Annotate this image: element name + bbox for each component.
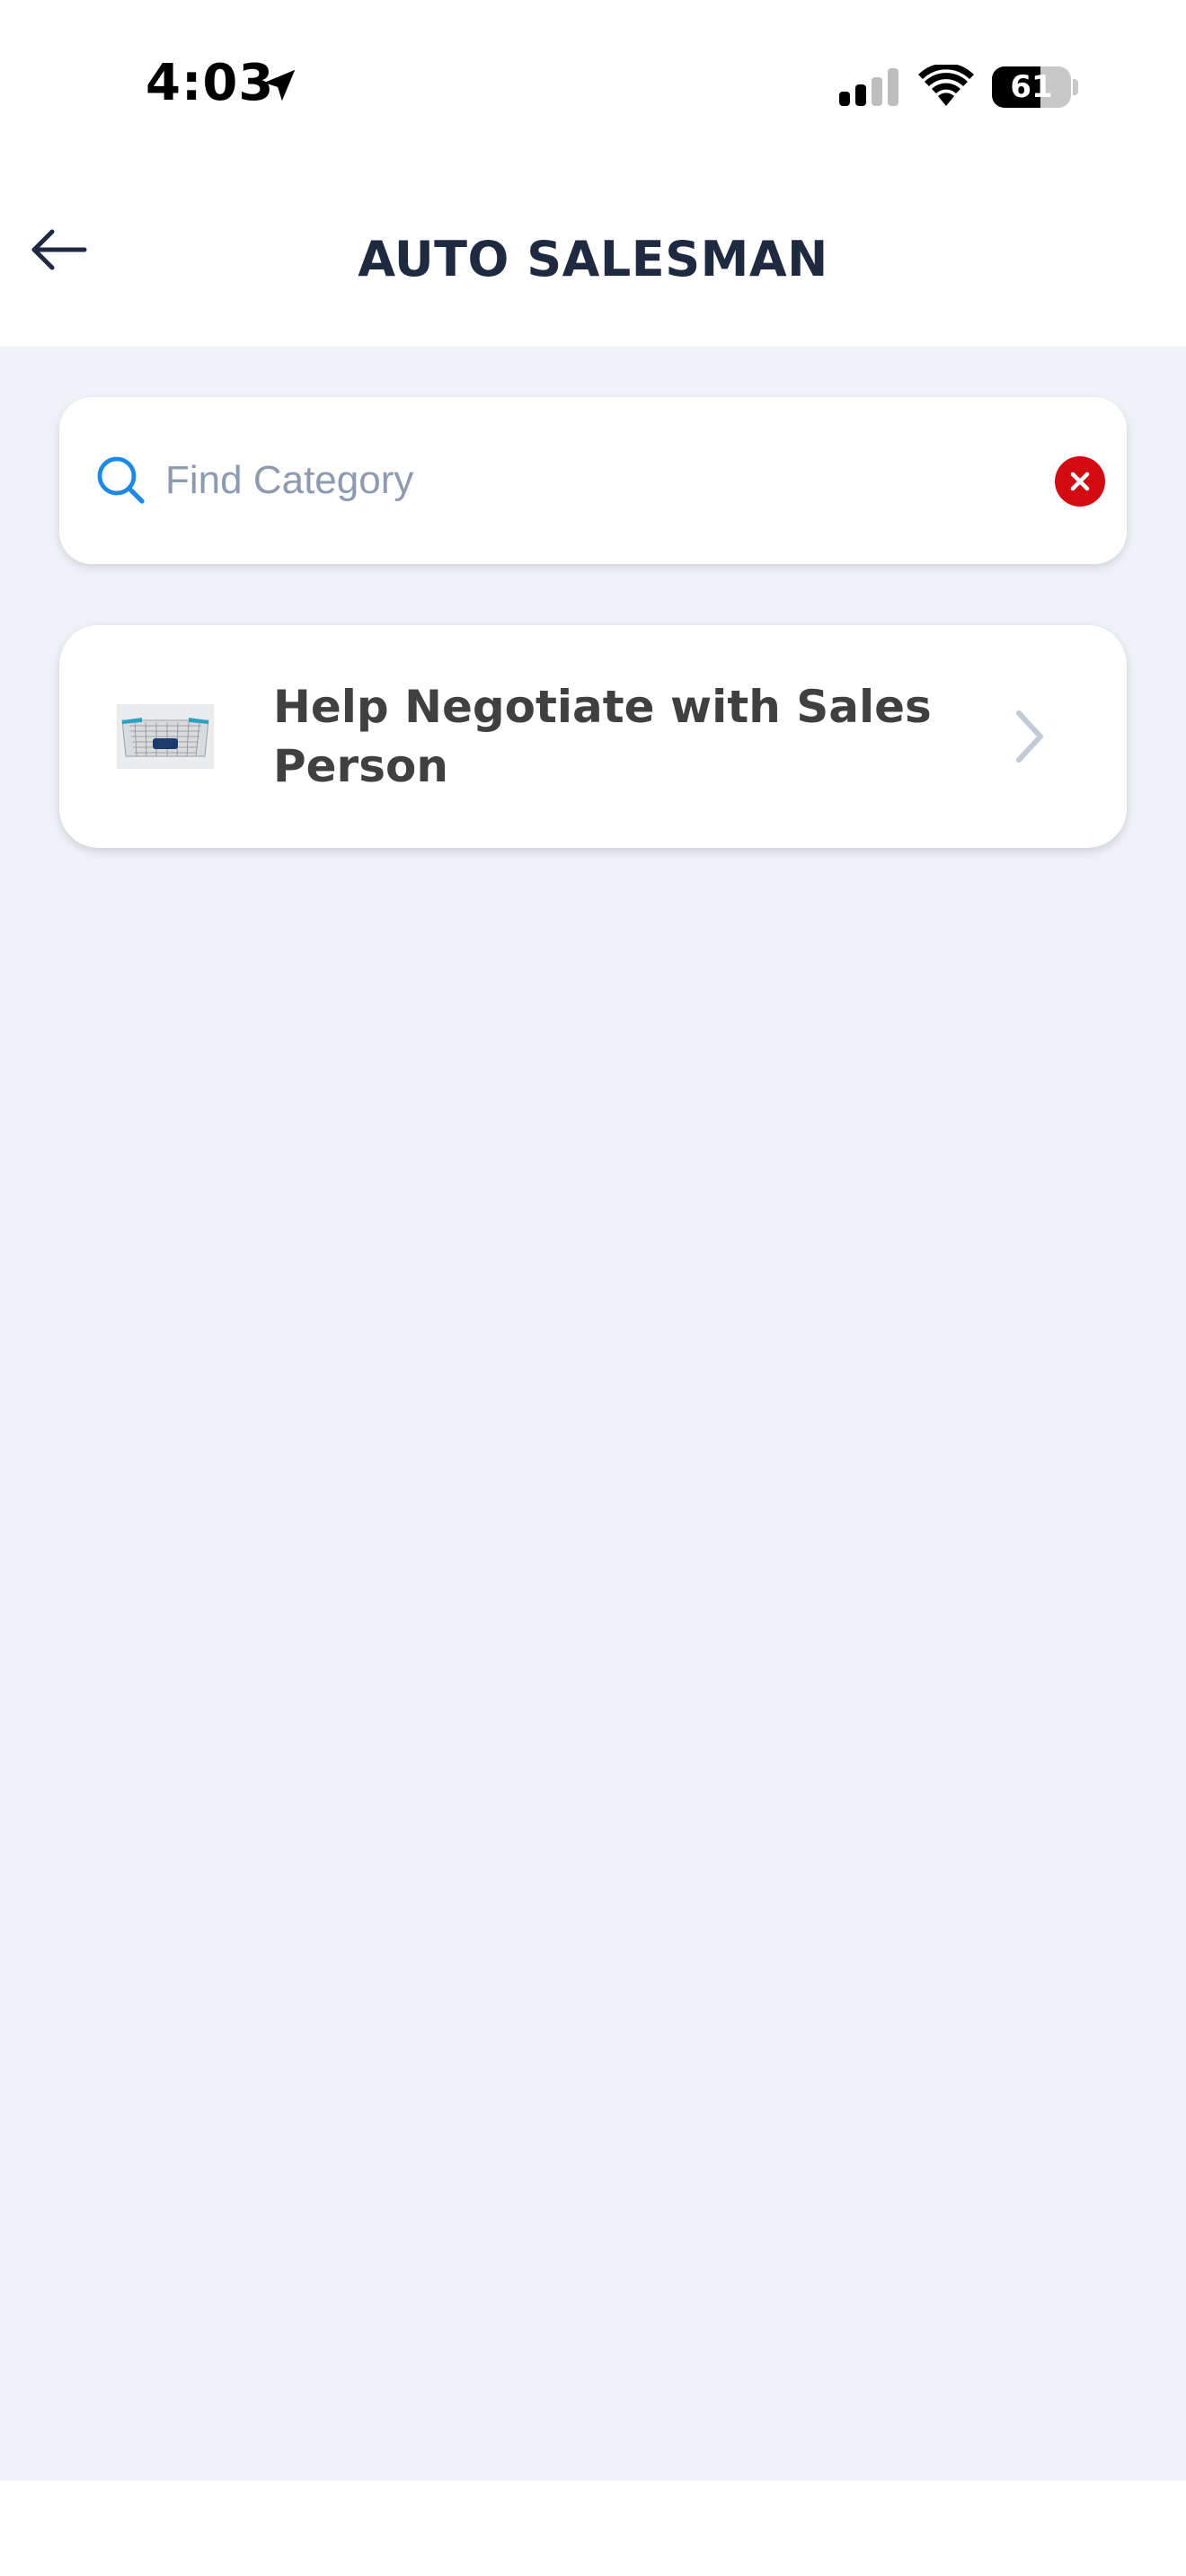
arrow-left-icon: [31, 229, 87, 270]
page-title: AUTO SALESMAN: [358, 230, 828, 287]
search-input[interactable]: [165, 440, 992, 521]
app-header: AUTO SALESMAN: [0, 171, 1186, 347]
back-button[interactable]: [22, 212, 97, 287]
search-bar: [59, 397, 1127, 564]
signal-icon: [839, 68, 898, 106]
clear-search-button[interactable]: [1055, 456, 1105, 507]
wifi-icon: [918, 65, 974, 106]
location-arrow-icon: [263, 69, 296, 101]
clear-x-icon: [1070, 472, 1090, 491]
category-item[interactable]: Help Negotiate with Sales Person: [59, 625, 1127, 848]
chevron-right-icon: [1016, 710, 1043, 763]
car-grille-image: [117, 704, 214, 769]
status-time: 4:03: [146, 54, 275, 112]
battery-icon: 61: [992, 66, 1071, 108]
bottom-safe-area: [0, 2481, 1186, 2576]
status-bar: 4:03 61: [0, 0, 1186, 171]
search-icon: [97, 456, 145, 504]
category-label: Help Negotiate with Sales Person: [273, 681, 932, 792]
battery-percent: 61: [1010, 69, 1053, 105]
battery-tip: [1073, 79, 1078, 95]
main-content: Help Negotiate with Sales Person: [0, 347, 1186, 2481]
